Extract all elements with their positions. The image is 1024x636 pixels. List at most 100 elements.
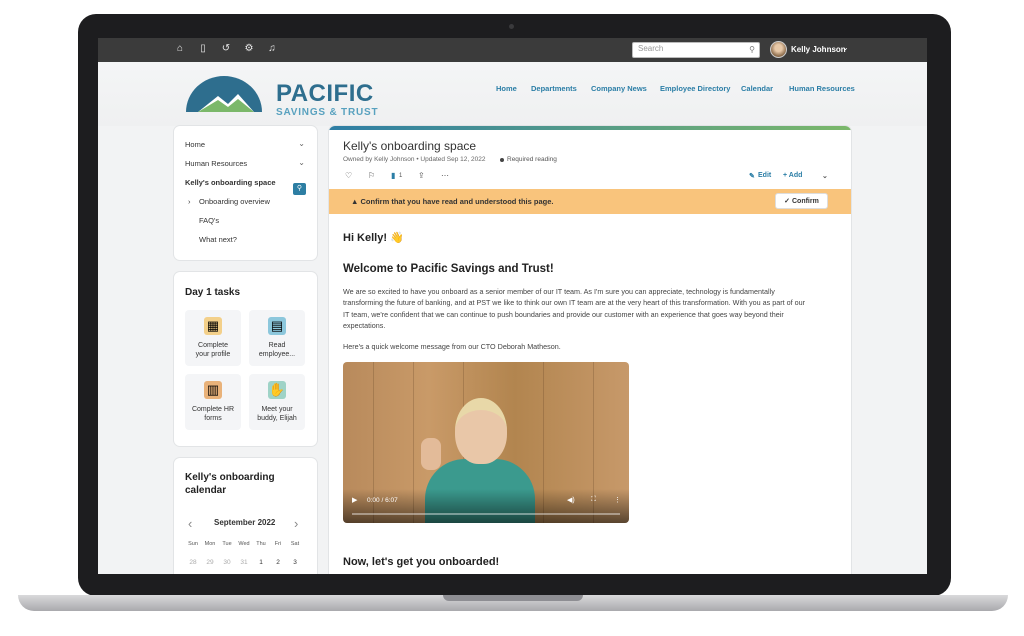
- avatar[interactable]: [770, 41, 787, 58]
- tasks-title: Day 1 tasks: [185, 287, 241, 298]
- bell-icon[interactable]: ♫: [266, 43, 278, 55]
- video-intro: Here's a quick welcome message from our …: [343, 342, 561, 351]
- sidebar-nav: Home ⌄ Human Resources ⌄ Kelly's onboard…: [174, 126, 317, 260]
- profile-card-icon: ▦: [204, 317, 222, 335]
- home-icon[interactable]: ⌂: [174, 43, 186, 55]
- calendar-title-line2: calendar: [185, 485, 227, 496]
- sidebar-item-whatnext[interactable]: What next?: [199, 235, 237, 244]
- more-icon[interactable]: ⋯: [441, 171, 449, 180]
- warning-icon: ▲: [351, 197, 361, 206]
- nav-home[interactable]: Home: [496, 84, 517, 93]
- video-time: 0:00 / 6:07: [367, 497, 398, 504]
- calendar-card: Kelly's onboarding calendar ‹ September …: [174, 458, 317, 574]
- pencil-icon[interactable]: ✎: [749, 172, 755, 180]
- chevron-right-icon[interactable]: ›: [188, 197, 191, 206]
- weekday-label: Sat: [290, 541, 300, 547]
- brand-title[interactable]: PACIFIC: [276, 80, 374, 108]
- page-title: Kelly's onboarding space: [343, 139, 477, 153]
- handbook-icon: ▤: [268, 317, 286, 335]
- chevron-down-icon[interactable]: ⌄: [822, 172, 828, 180]
- sidebar-search-button[interactable]: ⚲: [293, 183, 306, 195]
- task-meet-buddy[interactable]: ✋ Meet your buddy, Elijah: [249, 374, 305, 430]
- task-label-line1: Complete HR: [191, 406, 234, 413]
- user-name[interactable]: Kelly Johnson: [791, 45, 846, 54]
- page-meta: Owned by Kelly Johnson • Updated Sep 12,…: [343, 156, 486, 163]
- calendar-day[interactable]: 30: [220, 559, 234, 566]
- brand-subtitle: SAVINGS & TRUST: [276, 107, 379, 118]
- speaker-hand: [421, 438, 441, 470]
- welcome-heading: Welcome to Pacific Savings and Trust!: [343, 263, 554, 275]
- confirm-button[interactable]: ✓ Confirm: [775, 193, 828, 209]
- sidebar-item-faqs[interactable]: FAQ's: [199, 216, 219, 225]
- check-icon: ✓: [784, 198, 792, 205]
- calendar-day[interactable]: 28: [186, 559, 200, 566]
- bookmark-icon[interactable]: ▯: [197, 43, 209, 55]
- calendar-day[interactable]: 31: [237, 559, 251, 566]
- volume-icon[interactable]: ◀): [567, 496, 575, 504]
- weekday-label: Tue: [222, 541, 232, 547]
- history-icon[interactable]: ↺: [220, 43, 232, 55]
- weekday-label: Sun: [188, 541, 198, 547]
- search-icon[interactable]: ⚲: [749, 45, 755, 54]
- play-icon[interactable]: ▶: [352, 496, 357, 504]
- chevron-right-icon[interactable]: ›: [294, 516, 298, 531]
- task-label-line1: Complete: [198, 342, 228, 349]
- banner-message: Confirm that you have read and understoo…: [360, 197, 554, 206]
- weekday-label: Thu: [256, 541, 266, 547]
- top-bar: ⌂ ▯ ↺ ⚙ ♫ Search ⚲ Kelly Johnson ⌄: [98, 38, 927, 62]
- task-label-line2: forms: [204, 415, 222, 422]
- sidebar-item-overview[interactable]: Onboarding overview: [199, 197, 270, 206]
- task-hr-forms[interactable]: ▥ Complete HR forms: [185, 374, 241, 430]
- task-complete-profile[interactable]: ▦ Complete your profile: [185, 310, 241, 366]
- more-vertical-icon[interactable]: ⋮: [614, 496, 621, 504]
- chevron-down-icon[interactable]: ⌄: [298, 158, 305, 167]
- task-label-line1: Read: [268, 342, 286, 349]
- onboard-heading: Now, let's get you onboarded!: [343, 556, 500, 568]
- task-label-line2: buddy, Elijah: [257, 415, 297, 422]
- chevron-down-icon[interactable]: ⌄: [298, 139, 305, 148]
- nav-human-resources[interactable]: Human Resources: [789, 84, 855, 93]
- task-read-handbook[interactable]: ▤ Read employee...: [249, 310, 305, 366]
- nav-calendar[interactable]: Calendar: [741, 84, 773, 93]
- sidebar-item-home[interactable]: Home: [185, 140, 205, 149]
- nav-employee-directory[interactable]: Employee Directory: [660, 84, 730, 93]
- sidebar-item-space[interactable]: Kelly's onboarding space: [185, 178, 276, 187]
- mountain-logo-icon: [186, 76, 262, 112]
- video-player[interactable]: ▶ 0:00 / 6:07 ◀) ⛶ ⋮: [343, 362, 629, 523]
- fullscreen-icon[interactable]: ⛶: [591, 496, 596, 504]
- weekday-label: Fri: [274, 541, 282, 547]
- handshake-icon: ✋: [268, 381, 286, 399]
- greeting: Hi Kelly! 👋: [343, 232, 404, 244]
- search-input[interactable]: Search ⚲: [632, 42, 760, 58]
- tasks-card: Day 1 tasks ▦ Complete your profile ▤ Rea…: [174, 272, 317, 446]
- sidebar-item-hr[interactable]: Human Resources: [185, 159, 247, 168]
- calendar-day[interactable]: 29: [203, 559, 217, 566]
- weekday-label: Mon: [204, 541, 216, 547]
- chevron-left-icon[interactable]: ‹: [188, 516, 192, 531]
- org-icon[interactable]: ⚙: [243, 43, 255, 55]
- add-button[interactable]: + Add: [783, 172, 802, 179]
- confirm-label: Confirm: [791, 198, 819, 205]
- required-dot-icon: [500, 158, 504, 162]
- clipboard-icon: ▥: [204, 381, 222, 399]
- chevron-down-icon[interactable]: ⌄: [842, 43, 849, 52]
- calendar-day[interactable]: 2: [271, 559, 285, 566]
- bookmark-icon[interactable]: ▮: [391, 171, 395, 180]
- calendar-title-line1: Kelly's onboarding: [185, 472, 275, 483]
- nav-departments[interactable]: Departments: [531, 84, 577, 93]
- main-content: Kelly's onboarding space Owned by Kelly …: [329, 126, 851, 574]
- calendar-day[interactable]: 1: [254, 559, 268, 566]
- nav-company-news[interactable]: Company News: [591, 84, 647, 93]
- task-label-line1: Meet your: [261, 406, 293, 413]
- accent-bar: [329, 126, 851, 130]
- calendar-month: September 2022: [214, 518, 276, 527]
- video-progress[interactable]: [352, 513, 620, 515]
- weekday-label: Wed: [238, 541, 250, 547]
- task-label-line2: your profile: [195, 351, 231, 358]
- welcome-paragraph: We are so excited to have you onboard as…: [343, 287, 805, 331]
- comment-icon[interactable]: ⚐: [368, 171, 375, 180]
- calendar-day[interactable]: 3: [288, 559, 302, 566]
- heart-icon[interactable]: ♡: [345, 171, 352, 180]
- edit-button[interactable]: Edit: [758, 172, 771, 179]
- share-icon[interactable]: ⇪: [418, 171, 425, 180]
